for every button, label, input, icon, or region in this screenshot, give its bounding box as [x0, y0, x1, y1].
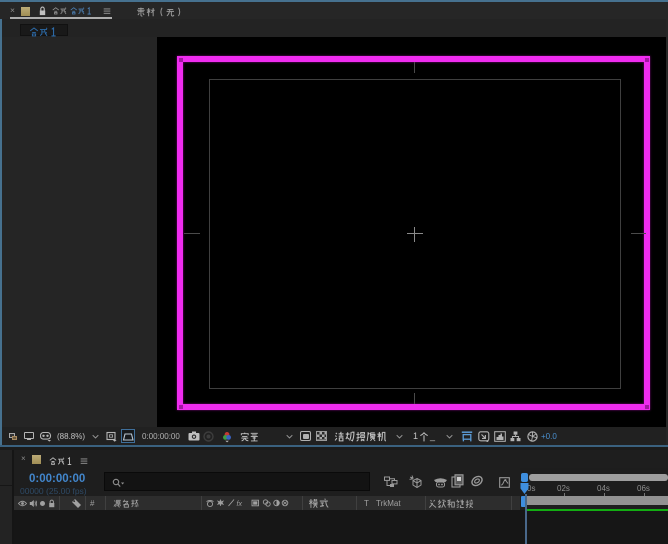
- svg-text:fx: fx: [237, 501, 243, 508]
